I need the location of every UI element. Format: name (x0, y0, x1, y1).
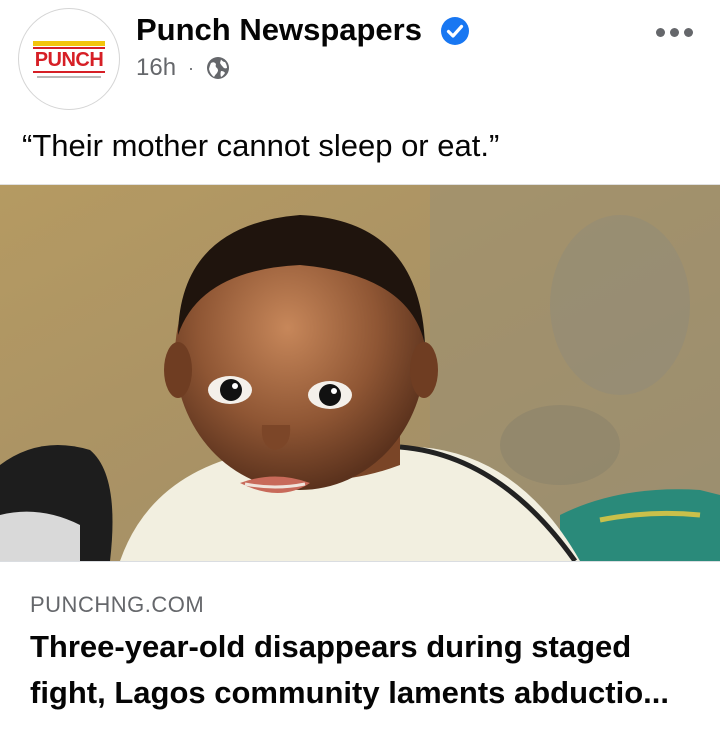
child-photo-illustration (0, 185, 720, 561)
headline-line-1: Three-year-old disappears during staged (30, 629, 632, 664)
more-dot (684, 28, 693, 37)
headline-line-2: fight, Lagos community laments abductio.… (30, 675, 669, 710)
link-domain: PUNCHNG.COM (30, 592, 205, 617)
post-caption: “Their mother cannot sleep or eat.” (22, 128, 500, 163)
more-dot (656, 28, 665, 37)
post-photo[interactable] (0, 184, 720, 561)
page-name-link[interactable]: Punch Newspapers (136, 12, 422, 48)
verified-badge-icon (441, 17, 469, 45)
punch-logo: PUNCH (32, 46, 106, 73)
meta-separator: · (188, 57, 195, 78)
page-avatar[interactable]: PUNCH (18, 8, 120, 110)
globe-icon[interactable] (206, 56, 230, 80)
post-meta: 16h · (136, 54, 230, 82)
logo-stripe (33, 40, 105, 46)
post-timestamp[interactable]: 16h (136, 54, 176, 82)
more-dot (670, 28, 679, 37)
link-preview[interactable]: PUNCHNG.COM Three-year-old disappears du… (0, 561, 720, 738)
more-options-icon[interactable] (656, 28, 693, 37)
facebook-post: PUNCH Punch Newspapers 16h · “Their moth… (0, 0, 720, 738)
logo-tagline (37, 75, 101, 78)
link-headline: Three-year-old disappears during staged … (30, 624, 690, 716)
